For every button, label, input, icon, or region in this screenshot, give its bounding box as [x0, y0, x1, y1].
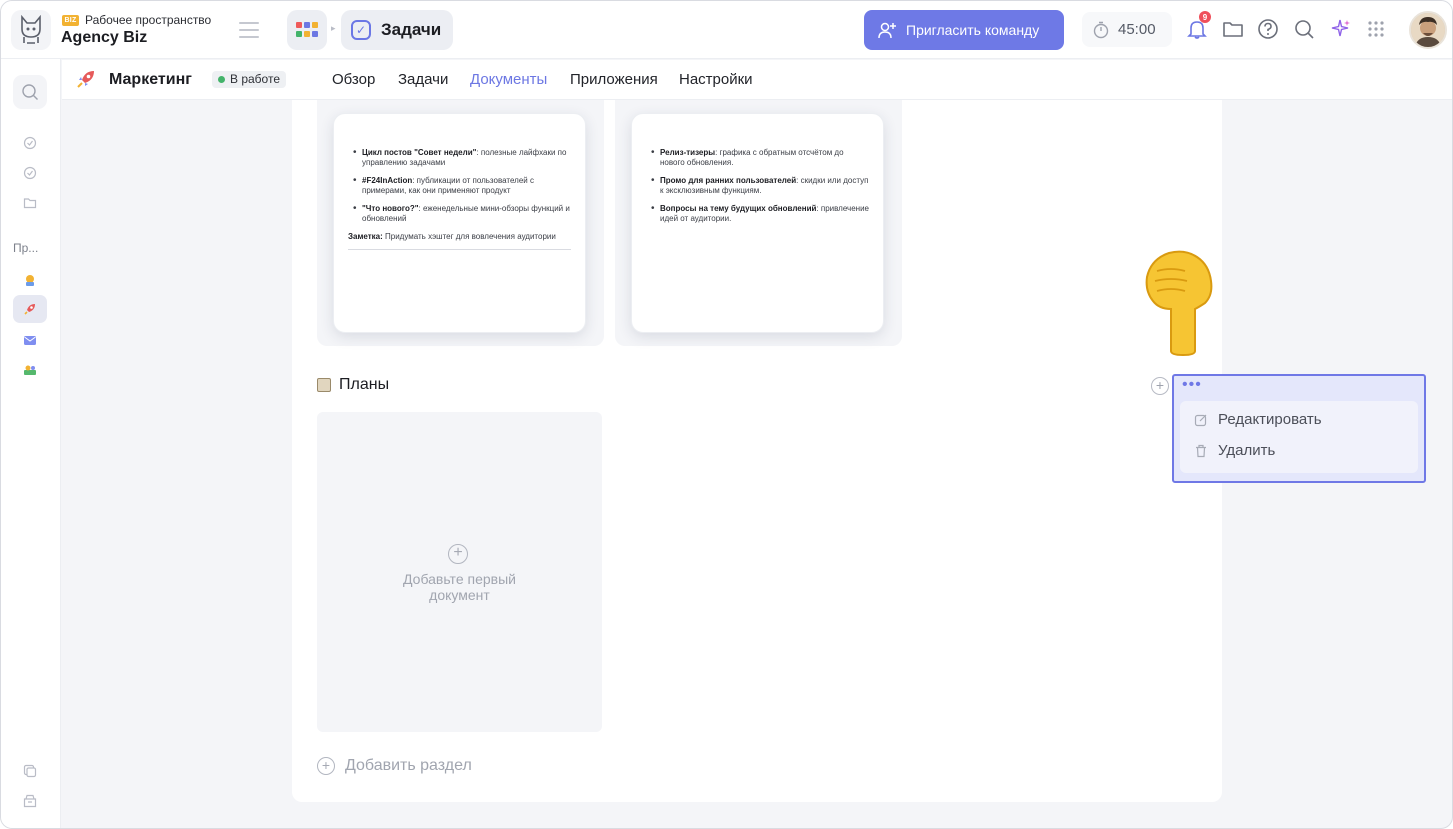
project-header: Маркетинг В работе Обзор Задачи Документ…: [62, 60, 1452, 100]
check-circle-icon[interactable]: [21, 164, 39, 182]
edit-icon: [1194, 414, 1207, 426]
check-circle-icon[interactable]: [21, 134, 39, 152]
tab-overview[interactable]: Обзор: [332, 71, 375, 88]
add-first-document-tile[interactable]: + Добавьте первый документ: [317, 412, 602, 732]
cat-logo-icon: [21, 15, 41, 44]
breadcrumb-arrow-icon: ▸: [331, 23, 336, 33]
notebook-icon: [317, 378, 331, 392]
menu-item-delete[interactable]: Удалить: [1194, 442, 1275, 459]
menu-icon[interactable]: [239, 22, 259, 38]
document-tile[interactable]: Релиз-тизеры: графика с обратным отсчёто…: [615, 100, 902, 346]
invite-team-button[interactable]: Пригласить команду: [864, 10, 1064, 50]
timer-value: 45:00: [1118, 21, 1156, 38]
document-tile[interactable]: Цикл постов "Совет недели": полезные лай…: [317, 100, 604, 346]
search-icon: [22, 84, 38, 100]
archive-box-icon[interactable]: [21, 792, 39, 810]
workspace-label: Рабочее пространство: [85, 13, 212, 27]
divider: [348, 249, 571, 250]
trash-icon: [1196, 444, 1206, 457]
tab-tasks[interactable]: Задачи: [398, 71, 448, 88]
rocket-icon: [24, 304, 35, 315]
app-window: BIZ Рабочее пространство Agency Biz ▸ ✓ …: [0, 0, 1453, 829]
envelope-icon: [24, 336, 36, 345]
project-emoji-icon: [26, 275, 34, 286]
left-rail: Пр...: [1, 59, 61, 828]
rail-project-1[interactable]: [21, 271, 39, 289]
pointing-hand-icon: [1145, 250, 1213, 357]
add-user-icon: [878, 22, 896, 39]
rail-project-4[interactable]: [21, 361, 39, 379]
workspace-logo[interactable]: [11, 10, 51, 50]
list-item: Вопросы на тему будущих обновлений: прив…: [646, 203, 869, 224]
menu-item-label: Удалить: [1218, 442, 1276, 459]
status-badge[interactable]: В работе: [212, 71, 287, 88]
breadcrumb-tasks[interactable]: ✓ Задачи: [341, 10, 453, 50]
breadcrumb-current: Задачи: [381, 20, 442, 39]
search-icon[interactable]: [1291, 15, 1317, 43]
list-item: Релиз-тизеры: графика с обратным отсчёто…: [646, 147, 869, 168]
landscape-icon: [24, 365, 36, 375]
add-first-document-label: Добавьте первый документ: [403, 571, 516, 603]
apps-grid-button[interactable]: [287, 10, 327, 50]
apps-dots-icon[interactable]: [1363, 15, 1389, 43]
workspace-name[interactable]: Agency Biz: [61, 29, 147, 47]
add-circle-icon: +: [317, 757, 335, 775]
document-preview[interactable]: Цикл постов "Совет недели": полезные лай…: [333, 113, 586, 333]
tab-documents[interactable]: Документы: [470, 71, 547, 88]
notification-count-badge: 9: [1199, 11, 1211, 23]
dropdown-menu: Редактировать Удалить: [1180, 401, 1418, 473]
section-title-plans[interactable]: Планы: [317, 376, 389, 394]
invite-label: Пригласить команду: [906, 22, 1040, 38]
menu-item-label: Редактировать: [1218, 411, 1322, 428]
list-item: Промо для ранних пользователей: скидки и…: [646, 175, 869, 196]
menu-item-edit[interactable]: Редактировать: [1194, 411, 1322, 428]
folder-icon[interactable]: [1220, 15, 1246, 43]
document-preview[interactable]: Релиз-тизеры: графика с обратным отсчёто…: [631, 113, 884, 333]
add-document-icon[interactable]: +: [1151, 377, 1169, 395]
rocket-icon: [77, 71, 94, 88]
rail-search-button[interactable]: [13, 75, 47, 109]
add-section-label: Добавить раздел: [345, 757, 472, 774]
add-circle-icon: +: [448, 544, 468, 564]
list-item: #F24InAction: публикации от пользователе…: [348, 175, 571, 196]
rail-project-marketing[interactable]: [13, 295, 47, 323]
folder-icon[interactable]: [21, 194, 39, 212]
more-options-icon[interactable]: •••: [1182, 377, 1202, 393]
section-title-text: Планы: [339, 376, 390, 393]
workspace-plan-badge: BIZ: [62, 15, 79, 26]
sparkles-ai-icon[interactable]: [1327, 15, 1353, 43]
user-avatar[interactable]: [1409, 11, 1447, 49]
rail-project-3[interactable]: [21, 331, 39, 349]
section-context-menu: ••• Редактировать Удалить: [1172, 374, 1426, 483]
tab-settings[interactable]: Настройки: [679, 71, 753, 88]
top-bar: BIZ Рабочее пространство Agency Biz ▸ ✓ …: [1, 1, 1452, 59]
document-note: Заметка: Придумать хэштег для вовлечения…: [348, 232, 556, 241]
project-title: Маркетинг: [109, 71, 192, 88]
templates-icon[interactable]: [21, 762, 39, 780]
apps-grid-icon: [296, 22, 318, 37]
checkbox-icon: ✓: [351, 20, 371, 40]
timer[interactable]: 45:00: [1082, 12, 1172, 47]
list-item: Цикл постов "Совет недели": полезные лай…: [348, 147, 571, 168]
list-item: "Что нового?": еженедельные мини-обзоры …: [348, 203, 571, 224]
stopwatch-icon: [1093, 21, 1109, 38]
help-icon[interactable]: [1255, 15, 1281, 43]
add-section-button[interactable]: + Добавить раздел: [317, 757, 472, 775]
tab-apps[interactable]: Приложения: [570, 71, 658, 88]
rail-section-label: Пр...: [13, 241, 39, 255]
